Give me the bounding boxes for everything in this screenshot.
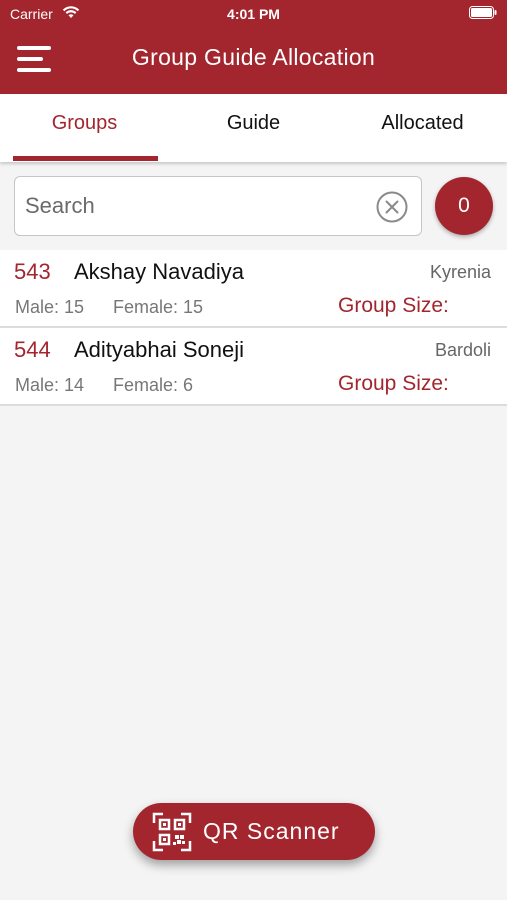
tab-groups[interactable]: Groups (0, 94, 169, 162)
status-time: 4:01 PM (227, 6, 280, 22)
group-size-label: Group Size: (338, 372, 449, 395)
group-id: 543 (14, 259, 51, 284)
group-location: Kyrenia (429, 262, 491, 282)
group-location: Bardoli (434, 340, 491, 360)
group-size-label: Group Size: (338, 294, 449, 317)
tab-bar: Groups Guide Allocated (0, 94, 507, 162)
qr-scanner-label: QR Scanner (203, 818, 340, 844)
qr-scanner-button[interactable]: QR Scanner (133, 803, 375, 860)
search-input[interactable] (25, 187, 370, 225)
clear-search-icon[interactable] (375, 190, 409, 224)
qr-code-icon (152, 812, 192, 852)
page-title: Group Guide Allocation (131, 44, 376, 70)
group-leader-name: Adityabhai Soneji (74, 337, 245, 362)
group-id: 544 (14, 337, 51, 362)
tab-allocated[interactable]: Allocated (338, 94, 507, 162)
status-bar: Carrier 4:01 PM (0, 0, 507, 28)
selected-count-badge[interactable]: 0 (435, 177, 493, 235)
male-count: Male: 14 (15, 375, 85, 395)
battery-icon (469, 6, 497, 19)
list-item[interactable]: 544 Adityabhai Soneji Bardoli Male: 14 F… (0, 328, 507, 406)
female-count: Female: 6 (113, 375, 194, 395)
female-count: Female: 15 (113, 297, 204, 317)
group-list: 543 Akshay Navadiya Kyrenia Male: 15 Fem… (0, 250, 507, 406)
app-header: Carrier 4:01 PM Group Guide Allocation (0, 0, 507, 94)
group-leader-name: Akshay Navadiya (74, 259, 244, 284)
list-item[interactable]: 543 Akshay Navadiya Kyrenia Male: 15 Fem… (0, 250, 507, 328)
tab-guide[interactable]: Guide (169, 94, 338, 162)
search-box (14, 176, 422, 236)
active-tab-indicator (13, 156, 158, 161)
male-count: Male: 15 (15, 297, 85, 317)
